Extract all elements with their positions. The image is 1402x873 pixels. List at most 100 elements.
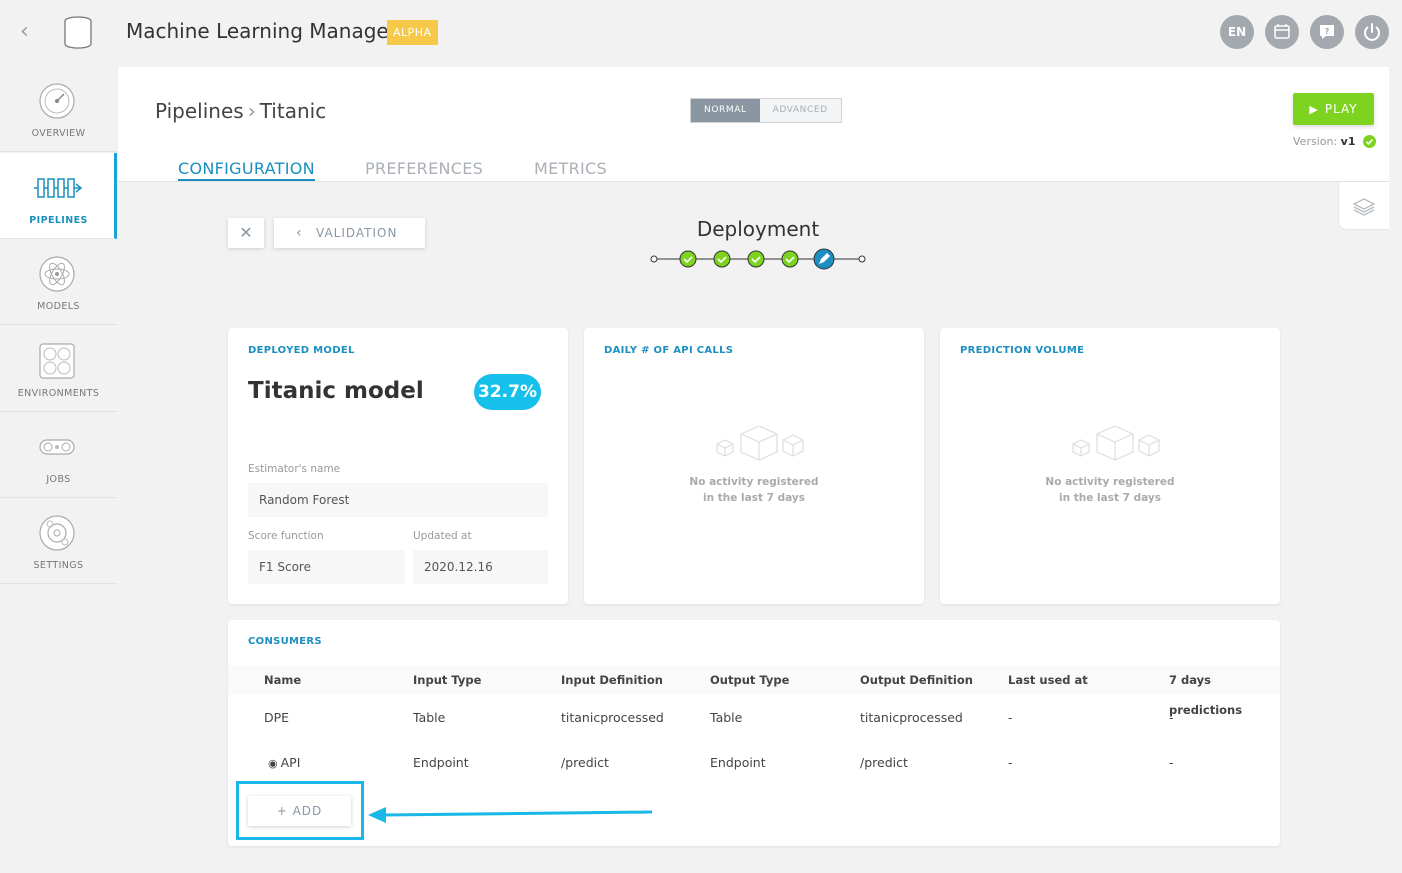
- step-done-4: [781, 250, 799, 268]
- version-info: Version: v1: [1293, 134, 1376, 149]
- column-header[interactable]: Input Definition: [561, 665, 663, 695]
- sidebar-item-label: OVERVIEW: [31, 128, 86, 139]
- mode-advanced-button[interactable]: ADVANCED: [759, 99, 841, 122]
- sidebar-item-environments[interactable]: ENVIRONMENTS: [0, 326, 117, 412]
- environments-icon: [39, 343, 75, 379]
- page-header: Pipelines › Titanic NORMAL ADVANCED ▶ PLAY …: [118, 67, 1389, 182]
- back-chevron-icon[interactable]: ‹: [20, 20, 40, 44]
- empty-boxes-icon: [716, 426, 804, 461]
- help-icon[interactable]: ?: [1310, 15, 1344, 49]
- empty-state-text: No activity registered in the last 7 day…: [689, 476, 819, 504]
- score-function-label: Score function: [248, 530, 324, 542]
- empty-state-text: No activity registered in the last 7 day…: [1045, 476, 1175, 504]
- sidebar-item-models[interactable]: MODELS: [0, 239, 117, 325]
- api-calls-card: DAILY # OF API CALLS No activity registe…: [584, 328, 924, 604]
- input-type: Endpoint: [413, 755, 469, 770]
- database-logo-icon: [64, 16, 92, 49]
- sidebar-item-jobs[interactable]: JOBS: [0, 412, 117, 498]
- highlight-annotation: [236, 781, 364, 840]
- model-name: Titanic model: [248, 378, 424, 404]
- play-icon: ▶: [1309, 103, 1319, 116]
- mode-toggle: NORMAL ADVANCED: [690, 98, 842, 123]
- layers-panel-toggle[interactable]: [1338, 182, 1389, 230]
- input-type: Table: [413, 710, 446, 725]
- column-header[interactable]: Input Type: [413, 665, 481, 695]
- sidebar-item-label: SETTINGS: [33, 560, 84, 571]
- sidebar-item-pipelines[interactable]: PIPELINES: [0, 153, 117, 239]
- api-hexagon-icon: ◉: [268, 757, 278, 770]
- prediction-volume-card: PREDICTION VOLUME No activity registered…: [940, 328, 1280, 604]
- mode-normal-button[interactable]: NORMAL: [691, 99, 760, 122]
- sidebar-item-settings[interactable]: SETTINGS: [0, 498, 117, 584]
- sidebar-item-label: MODELS: [37, 301, 80, 312]
- breadcrumb-root[interactable]: Pipelines: [155, 99, 244, 123]
- deployed-model-card: DEPLOYED MODEL Titanic model 32.7% Estim…: [228, 328, 568, 604]
- close-icon: ✕: [239, 223, 253, 242]
- consumer-name-cell: ◉ API: [268, 755, 300, 770]
- column-header[interactable]: Name: [264, 665, 301, 695]
- sidebar: OVERVIEW PIPELINES MODELS ENVIRONMENTS J…: [0, 66, 117, 584]
- input-definition: /predict: [561, 755, 609, 770]
- sidebar-item-overview[interactable]: OVERVIEW: [0, 66, 117, 152]
- step-done-2: [713, 250, 731, 268]
- column-header[interactable]: Output Type: [710, 665, 789, 695]
- column-header[interactable]: Output Definition: [860, 665, 973, 695]
- sidebar-item-label: JOBS: [46, 474, 71, 485]
- sidebar-item-label: PIPELINES: [29, 215, 88, 226]
- atom-icon: [39, 256, 75, 292]
- pipeline-icon: [34, 178, 83, 198]
- tab-configuration[interactable]: CONFIGURATION: [178, 159, 315, 181]
- output-definition: titanicprocessed: [860, 710, 963, 725]
- last-used-at: -: [1008, 755, 1013, 770]
- top-bar: ‹ Machine Learning Manager ALPHA EN ?: [0, 0, 1402, 66]
- step-title: Deployment: [696, 217, 820, 241]
- seven-day-predictions: -: [1169, 710, 1174, 725]
- check-icon: [1362, 134, 1376, 148]
- updated-at-field: 2020.12.16: [413, 550, 548, 584]
- consumer-name: DPE: [264, 710, 290, 725]
- column-header[interactable]: 7 days predictions: [1169, 665, 1280, 725]
- score-badge: 32.7%: [474, 374, 541, 410]
- alpha-badge: ALPHA: [387, 20, 438, 45]
- input-definition: titanicprocessed: [561, 710, 664, 725]
- tab-preferences[interactable]: PREFERENCES: [365, 159, 483, 178]
- conveyor-icon: [39, 439, 75, 455]
- play-button[interactable]: ▶ PLAY: [1293, 93, 1374, 125]
- svg-text:?: ?: [1325, 27, 1330, 36]
- chevron-left-icon: ‹: [296, 225, 303, 241]
- card-title: DEPLOYED MODEL: [248, 345, 355, 356]
- app-title: Machine Learning Manager: [126, 19, 397, 43]
- step-progress: [650, 248, 866, 270]
- output-type: Table: [710, 710, 743, 725]
- calendar-icon[interactable]: [1265, 15, 1299, 49]
- empty-boxes-icon: [1072, 426, 1160, 461]
- consumer-name: API: [280, 755, 301, 770]
- score-function-field: F1 Score: [248, 550, 405, 584]
- step-done-3: [747, 250, 765, 268]
- tab-divider: [118, 181, 1389, 182]
- validation-back-button[interactable]: ‹ VALIDATION: [274, 218, 425, 248]
- updated-at-label: Updated at: [413, 530, 472, 542]
- breadcrumb-chevron-icon: ›: [247, 99, 256, 123]
- language-button[interactable]: EN: [1220, 15, 1254, 49]
- sidebar-item-label: ENVIRONMENTS: [17, 388, 100, 399]
- power-icon[interactable]: [1355, 15, 1389, 49]
- estimator-field: Random Forest: [248, 483, 548, 517]
- close-button[interactable]: ✕: [228, 218, 264, 248]
- gear-icon: [39, 515, 75, 551]
- step-current: [813, 248, 835, 270]
- breadcrumb-current: Titanic: [259, 99, 327, 123]
- tab-metrics[interactable]: METRICS: [534, 159, 607, 178]
- arrow-annotation-icon: [368, 807, 653, 823]
- output-definition: /predict: [860, 755, 908, 770]
- column-header[interactable]: Last used at: [1008, 665, 1088, 695]
- step-done-1: [679, 250, 697, 268]
- output-type: Endpoint: [710, 755, 766, 770]
- layers-icon: [1352, 198, 1376, 216]
- main-panel: Pipelines › Titanic NORMAL ADVANCED ▶ PLAY …: [118, 67, 1389, 873]
- estimator-label: Estimator's name: [248, 463, 341, 475]
- play-button-label: PLAY: [1324, 102, 1358, 116]
- seven-day-predictions: -: [1169, 755, 1174, 770]
- card-title: PREDICTION VOLUME: [960, 345, 1085, 356]
- version-label: Version:: [1293, 135, 1338, 148]
